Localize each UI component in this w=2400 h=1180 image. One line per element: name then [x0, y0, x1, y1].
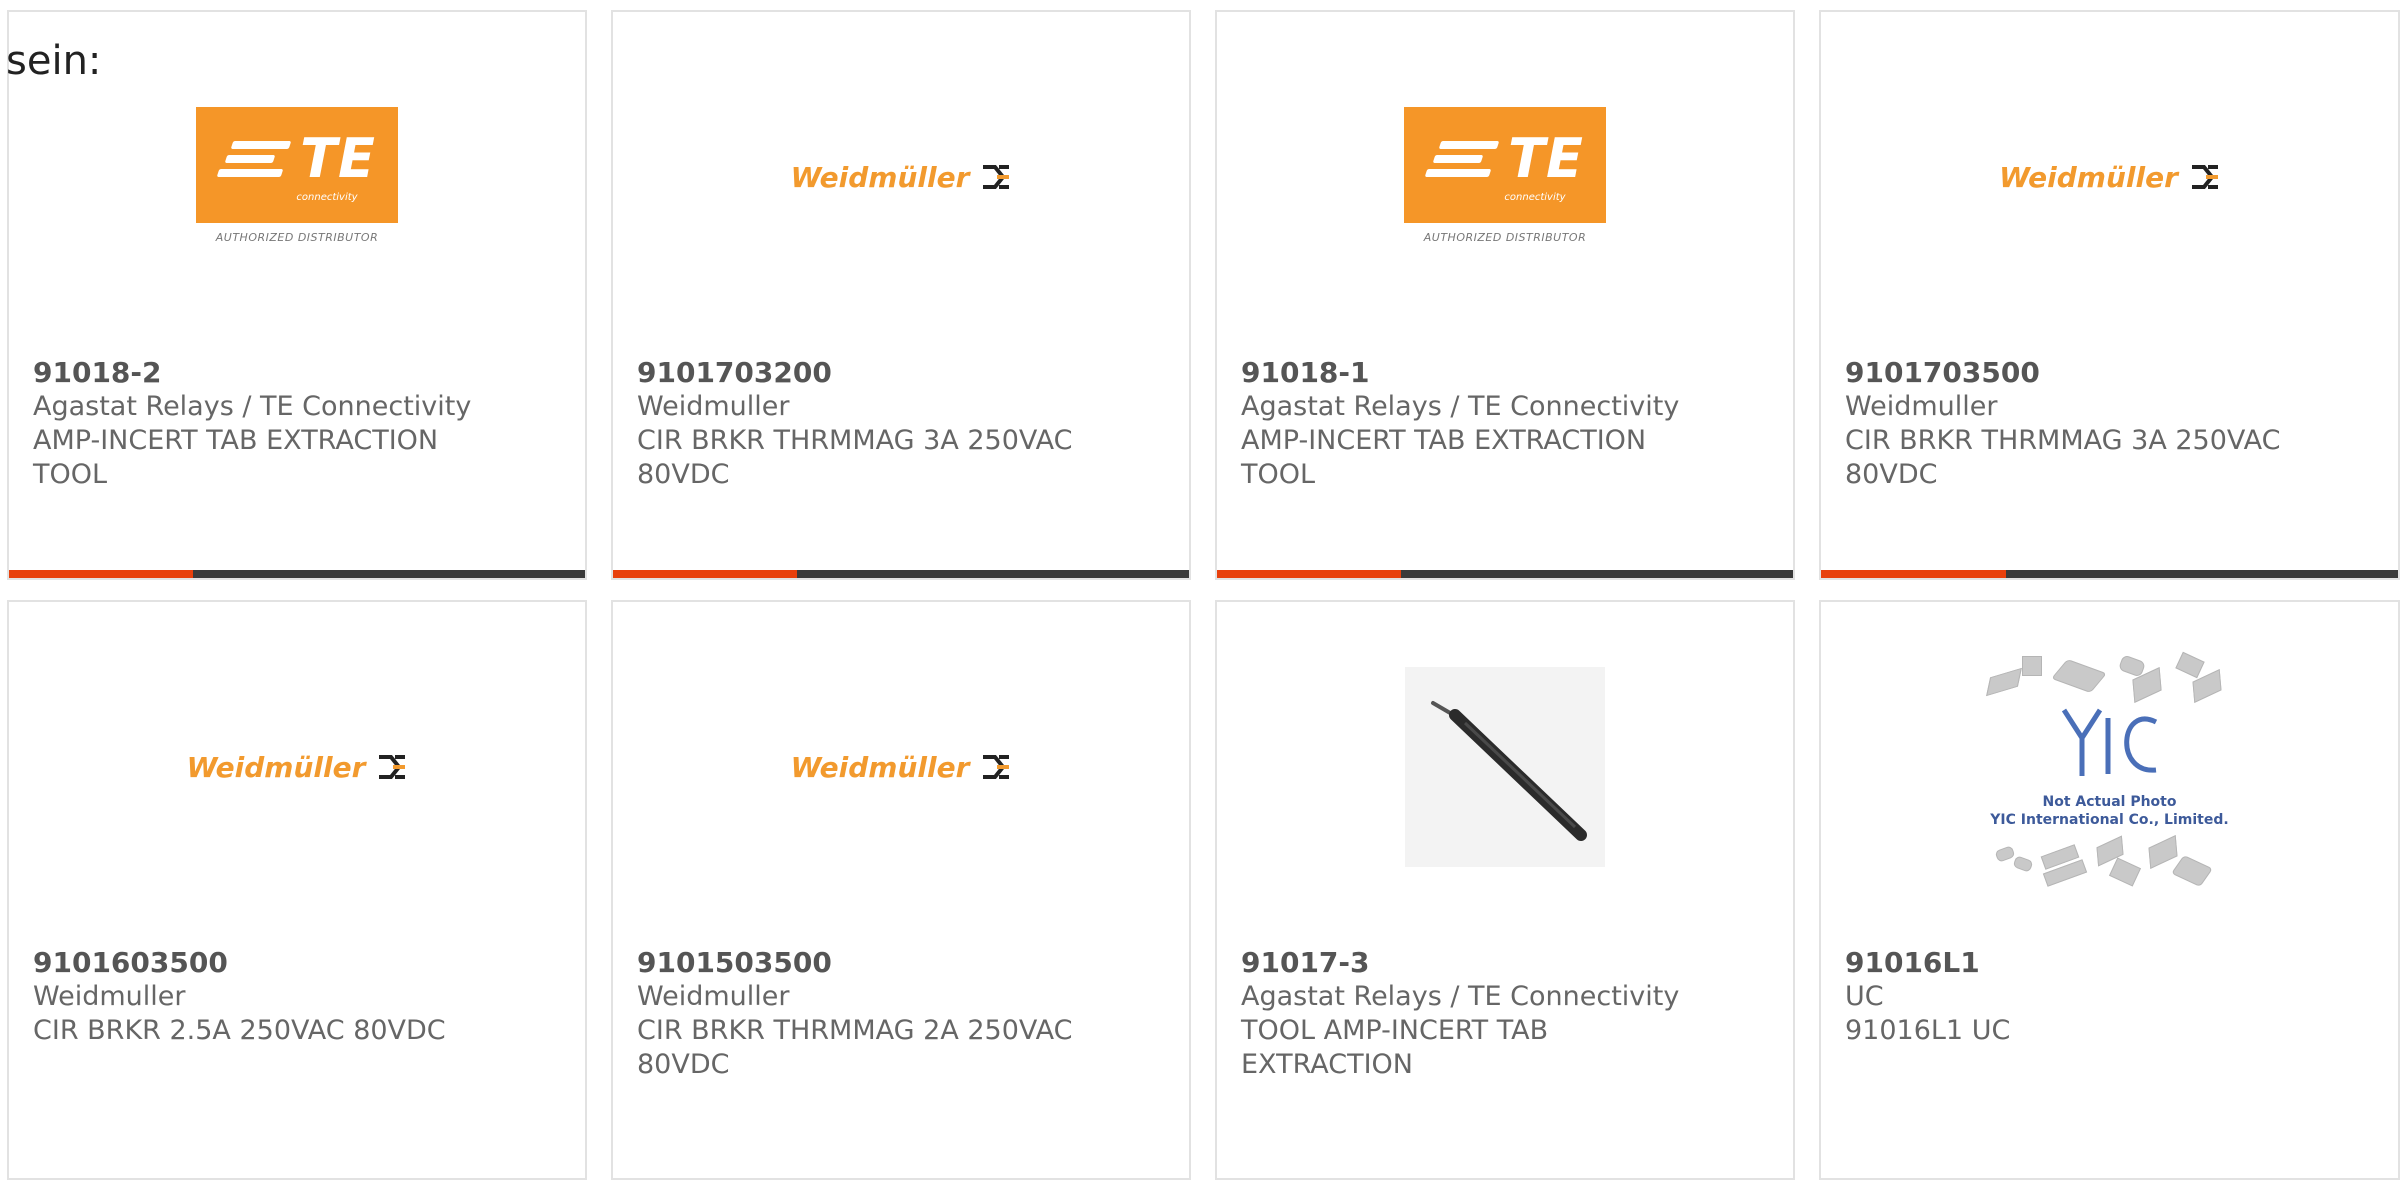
- product-card[interactable]: TE connectivity AUTHORIZED DISTRIBUTOR 9…: [7, 10, 587, 580]
- intro-text: sein:: [6, 38, 102, 84]
- manufacturer-name: Weidmuller: [1845, 391, 1998, 422]
- te-connectivity-logo: TE connectivity AUTHORIZED DISTRIBUTOR: [195, 107, 399, 247]
- product-card[interactable]: Weidmüller 9101703500 Weidmuller CIR BRK…: [1819, 10, 2400, 580]
- manufacturer-name: Weidmuller: [33, 981, 186, 1012]
- weidmuller-logo: Weidmüller: [187, 751, 408, 784]
- part-number-link[interactable]: 91016L1: [1845, 946, 2374, 980]
- product-image[interactable]: [1217, 602, 1793, 932]
- product-description: AMP-INCERT TAB EXTRACTION TOOL: [1241, 425, 1647, 490]
- part-number-link[interactable]: 9101503500: [637, 946, 1165, 980]
- product-image[interactable]: Weidmüller: [1821, 12, 2398, 342]
- product-image[interactable]: Weidmüller: [613, 12, 1189, 342]
- product-description: TOOL AMP-INCERT TAB EXTRACTION: [1241, 1015, 1549, 1080]
- weidmuller-logo: Weidmüller: [791, 751, 1012, 784]
- product-image[interactable]: Weidmüller: [613, 602, 1189, 932]
- product-image[interactable]: Not Actual Photo YIC International Co., …: [1821, 602, 2398, 932]
- product-card[interactable]: TE connectivity AUTHORIZED DISTRIBUTOR 9…: [1215, 10, 1795, 580]
- product-card[interactable]: 91017-3 Agastat Relays / TE Connectivity…: [1215, 600, 1795, 1180]
- card-bottom-bar: [9, 570, 585, 578]
- te-connectivity-logo: TE connectivity AUTHORIZED DISTRIBUTOR: [1403, 107, 1607, 247]
- extraction-tool-photo: [1405, 667, 1605, 867]
- part-number-link[interactable]: 91017-3: [1241, 946, 1769, 980]
- product-description: CIR BRKR THRMMAG 3A 250VAC 80VDC: [1845, 425, 2281, 490]
- product-card[interactable]: Weidmüller 9101703200 Weidmuller CIR BRK…: [611, 10, 1191, 580]
- product-card[interactable]: Weidmüller 9101503500 Weidmuller CIR BRK…: [611, 600, 1191, 1180]
- product-card[interactable]: Weidmüller 9101603500 Weidmuller CIR BRK…: [7, 600, 587, 1180]
- product-card[interactable]: Not Actual Photo YIC International Co., …: [1819, 600, 2400, 1180]
- yic-placeholder-logo: Not Actual Photo YIC International Co., …: [1980, 642, 2240, 892]
- manufacturer-name: Agastat Relays / TE Connectivity: [33, 391, 472, 422]
- card-bottom-bar: [1821, 570, 2398, 578]
- part-number-link[interactable]: 9101703200: [637, 356, 1165, 390]
- product-description: CIR BRKR 2.5A 250VAC 80VDC: [33, 1015, 446, 1046]
- weidmuller-logo: Weidmüller: [1999, 161, 2220, 194]
- card-bottom-bar: [1217, 570, 1793, 578]
- part-number-link[interactable]: 9101603500: [33, 946, 561, 980]
- part-number-link[interactable]: 91018-1: [1241, 356, 1769, 390]
- part-number-link[interactable]: 9101703500: [1845, 356, 2374, 390]
- product-description: AMP-INCERT TAB EXTRACTION TOOL: [33, 425, 439, 490]
- manufacturer-name: UC: [1845, 981, 1884, 1012]
- product-description: CIR BRKR THRMMAG 2A 250VAC 80VDC: [637, 1015, 1073, 1080]
- manufacturer-name: Agastat Relays / TE Connectivity: [1241, 391, 1680, 422]
- product-grid: TE connectivity AUTHORIZED DISTRIBUTOR 9…: [0, 0, 2400, 1180]
- manufacturer-name: Weidmuller: [637, 391, 790, 422]
- manufacturer-name: Agastat Relays / TE Connectivity: [1241, 981, 1680, 1012]
- card-bottom-bar: [613, 570, 1189, 578]
- product-image[interactable]: Weidmüller: [9, 602, 585, 932]
- weidmuller-logo: Weidmüller: [791, 161, 1012, 194]
- manufacturer-name: Weidmuller: [637, 981, 790, 1012]
- part-number-link[interactable]: 91018-2: [33, 356, 561, 390]
- product-image[interactable]: TE connectivity AUTHORIZED DISTRIBUTOR: [1217, 12, 1793, 342]
- product-description: 91016L1 UC: [1845, 1015, 2011, 1046]
- product-description: CIR BRKR THRMMAG 3A 250VAC 80VDC: [637, 425, 1073, 490]
